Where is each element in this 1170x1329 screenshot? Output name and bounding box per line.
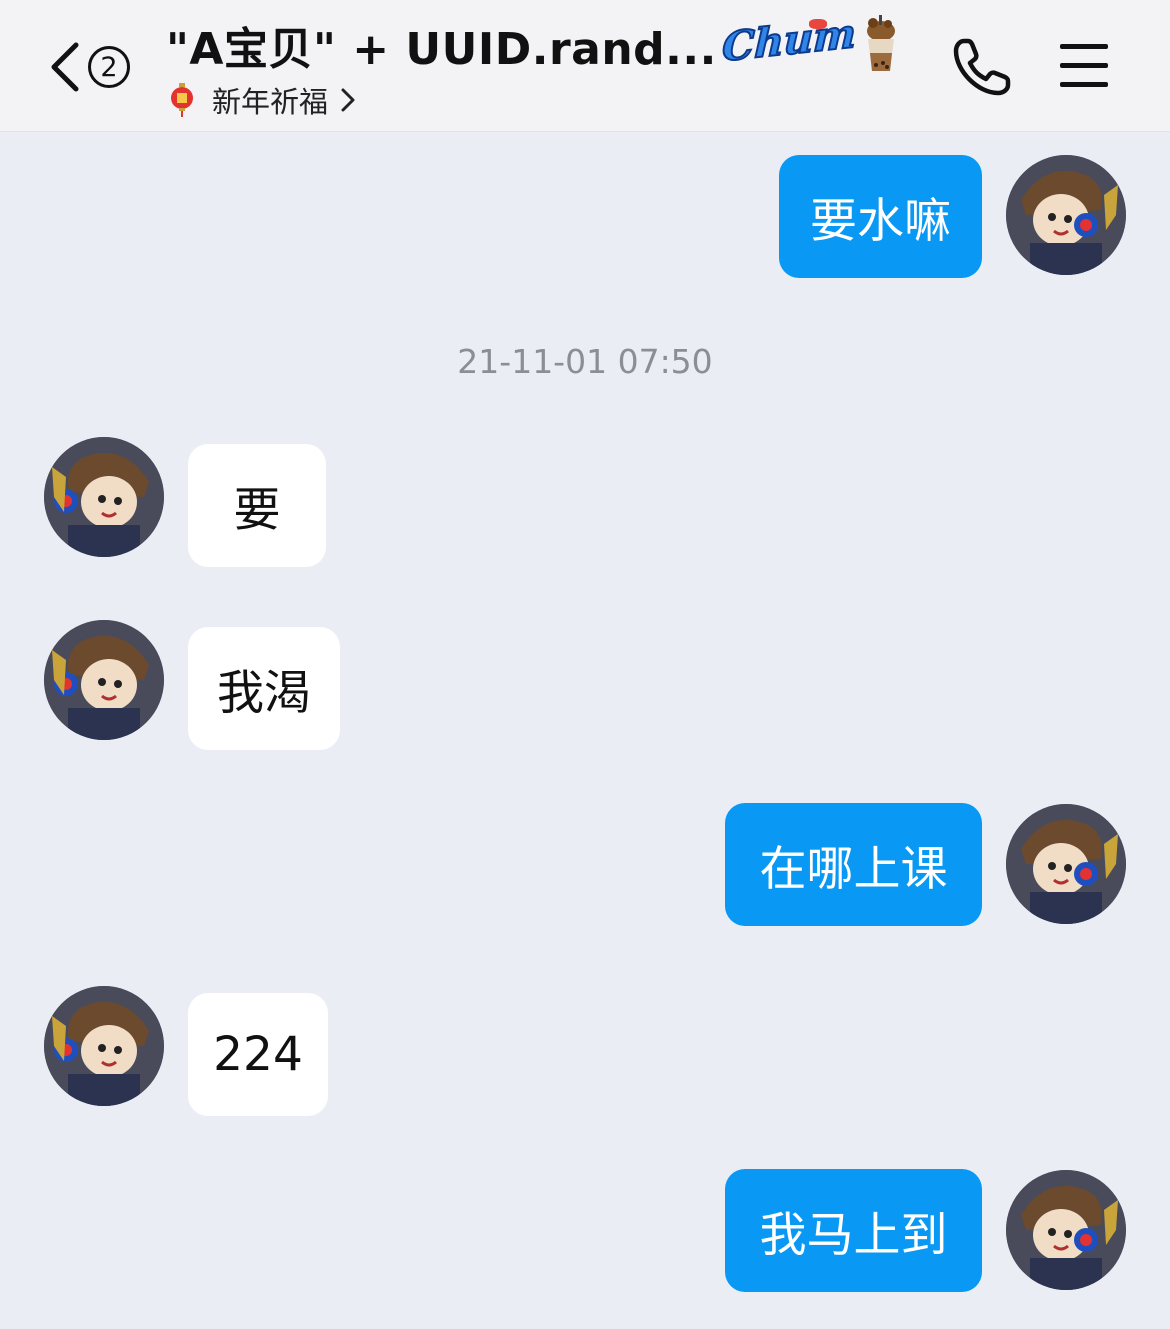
bow-icon [808, 19, 827, 29]
avatar-contact[interactable] [44, 620, 164, 740]
chat-title-row[interactable]: "A宝贝" + UUID.rand... Chum [166, 9, 901, 78]
chevron-left-icon [51, 42, 79, 92]
lantern-icon [171, 83, 193, 117]
avatar-contact-image [44, 437, 164, 557]
avatar-contact-image [44, 620, 164, 740]
chat-header: 2 "A宝贝" + UUID.rand... Chum 新年祈福 [0, 0, 1170, 132]
message-timestamp: 21-11-01 07:50 [457, 342, 713, 381]
chevron-right-icon [341, 88, 355, 112]
avatar-self-image [1006, 804, 1126, 924]
group-status-text: 新年祈福 [212, 85, 329, 119]
message-bubble-outgoing[interactable]: 我马上到 [725, 1169, 982, 1292]
avatar-contact[interactable] [44, 437, 164, 557]
message-bubble-outgoing[interactable]: 在哪上课 [725, 803, 982, 926]
chum-badge-text: Chum [720, 9, 857, 72]
menu-button[interactable] [1058, 42, 1110, 90]
message-bubble-incoming[interactable]: 要 [188, 444, 326, 567]
avatar-self-image [1006, 155, 1126, 275]
avatar-self[interactable] [1006, 804, 1126, 924]
avatar-contact-image [44, 986, 164, 1106]
avatar-self-image [1006, 1170, 1126, 1290]
menu-line [1060, 44, 1108, 49]
message-row-incoming: 224 [0, 986, 1170, 1116]
avatar-self[interactable] [1006, 155, 1126, 275]
chat-title: "A宝贝" + UUID.rand... [166, 24, 717, 75]
avatar-self[interactable] [1006, 1170, 1126, 1290]
chum-badge-icon: Chum [720, 9, 857, 75]
message-row-incoming: 我渴 [0, 620, 1170, 750]
group-status-row[interactable]: 新年祈福 [170, 80, 356, 120]
avatar-contact[interactable] [44, 986, 164, 1106]
message-row-outgoing: 要水嘛 [0, 155, 1170, 280]
message-bubble-incoming[interactable]: 224 [188, 993, 328, 1116]
unread-count-badge: 2 [88, 46, 130, 88]
menu-line [1060, 63, 1108, 68]
message-row-outgoing: 在哪上课 [0, 803, 1170, 928]
bubble-tea-icon [866, 15, 895, 71]
menu-line [1060, 82, 1108, 87]
message-row-incoming: 要 [0, 437, 1170, 567]
message-row-outgoing: 我马上到 [0, 1169, 1170, 1294]
message-bubble-outgoing[interactable]: 要水嘛 [779, 155, 982, 278]
phone-icon[interactable] [950, 35, 1014, 99]
back-button[interactable]: 2 [46, 38, 146, 96]
message-bubble-incoming[interactable]: 我渴 [188, 627, 340, 750]
